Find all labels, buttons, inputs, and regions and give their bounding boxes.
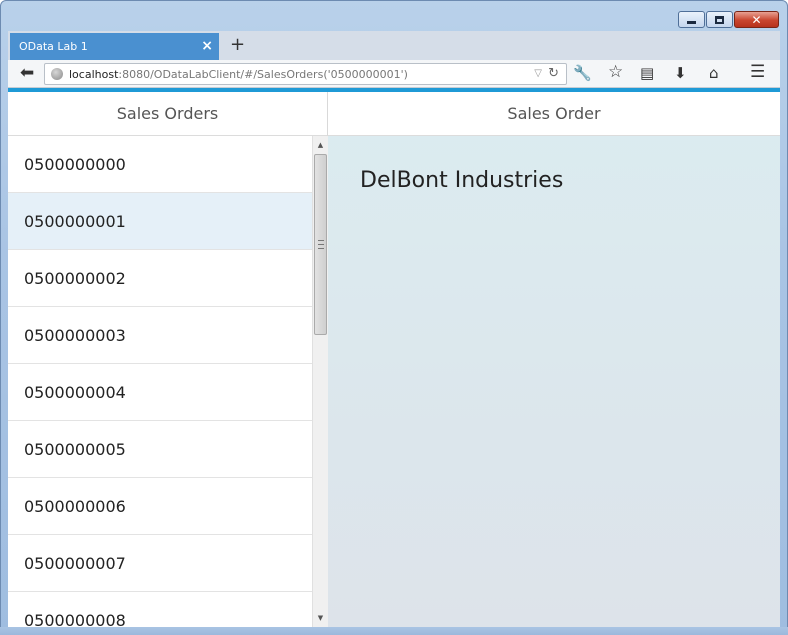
window-bottom-frame — [0, 627, 788, 635]
list-item-label: 0500000003 — [24, 325, 126, 345]
list-item-label: 0500000000 — [24, 154, 126, 174]
navigation-toolbar: ⬅ localhost:8080/ODataLabClient/#/SalesO… — [8, 60, 780, 88]
close-window-button[interactable]: ✕ — [734, 11, 779, 28]
sales-order-list: 0500000000 0500000001 0500000002 0500000… — [8, 136, 312, 627]
star-icon[interactable]: ☆ — [608, 62, 623, 82]
list-item-label: 0500000004 — [24, 382, 126, 402]
maximize-button[interactable] — [706, 11, 733, 28]
globe-icon — [51, 68, 63, 80]
download-icon[interactable]: ⬇ — [674, 64, 687, 82]
back-icon[interactable]: ⬅ — [20, 63, 34, 83]
tab-close-icon[interactable]: × — [201, 38, 213, 54]
list-item-label: 0500000008 — [24, 610, 126, 628]
scroll-up-icon[interactable]: ▲ — [313, 138, 328, 152]
url-bar[interactable]: localhost:8080/ODataLabClient/#/SalesOrd… — [44, 63, 567, 85]
new-tab-button[interactable]: + — [230, 34, 245, 55]
clipboard-icon[interactable]: ▤ — [640, 64, 654, 82]
tab-strip: OData Lab 1 × + — [8, 31, 780, 60]
master-pane: Sales Orders 0500000000 0500000001 05000… — [8, 92, 328, 627]
minimize-icon — [687, 21, 696, 24]
list-item[interactable]: 0500000006 — [8, 478, 312, 535]
list-item-selected[interactable]: 0500000001 — [8, 193, 312, 250]
detail-pane: Sales Order DelBont Industries — [328, 92, 780, 627]
scroll-thumb[interactable] — [314, 154, 327, 335]
master-title: Sales Orders — [116, 104, 219, 123]
list-scrollbar[interactable]: ▲ ▼ — [312, 136, 328, 627]
list-item[interactable]: 0500000002 — [8, 250, 312, 307]
list-item[interactable]: 0500000005 — [8, 421, 312, 478]
grip-icon — [318, 240, 324, 249]
home-icon[interactable]: ⌂ — [709, 64, 719, 82]
list-item-label: 0500000001 — [24, 211, 126, 231]
list-item-label: 0500000005 — [24, 439, 126, 459]
minimize-button[interactable] — [678, 11, 705, 28]
master-header: Sales Orders — [8, 92, 327, 136]
url-dropdown-icon[interactable]: ▽ — [534, 68, 542, 79]
tab-odata-lab[interactable]: OData Lab 1 × — [10, 33, 219, 60]
app-content: Sales Orders 0500000000 0500000001 05000… — [8, 92, 780, 627]
list-item[interactable]: 0500000003 — [8, 307, 312, 364]
menu-icon[interactable]: ☰ — [750, 62, 765, 82]
list-item-label: 0500000007 — [24, 553, 126, 573]
customer-name: DelBont Industries — [360, 168, 564, 193]
maximize-icon — [715, 15, 724, 24]
list-item-label: 0500000002 — [24, 268, 126, 288]
list-item[interactable]: 0500000008 — [8, 592, 312, 628]
window-caption-buttons: ✕ — [678, 11, 779, 28]
detail-title: Sales Order — [507, 104, 601, 123]
list-item-label: 0500000006 — [24, 496, 126, 516]
url-host: localhost — [69, 67, 119, 81]
list-item[interactable]: 0500000004 — [8, 364, 312, 421]
url-path: :8080/ODataLabClient/#/SalesOrders('0500… — [118, 67, 408, 81]
detail-header: Sales Order — [328, 92, 780, 136]
list-item[interactable]: 0500000007 — [8, 535, 312, 592]
list-item[interactable]: 0500000000 — [8, 136, 312, 193]
close-icon: ✕ — [751, 12, 762, 27]
wrench-icon[interactable]: 🔧 — [573, 64, 592, 82]
tab-title: OData Lab 1 — [19, 40, 88, 53]
reload-icon[interactable]: ↻ — [548, 66, 559, 81]
scroll-down-icon[interactable]: ▼ — [313, 611, 328, 625]
